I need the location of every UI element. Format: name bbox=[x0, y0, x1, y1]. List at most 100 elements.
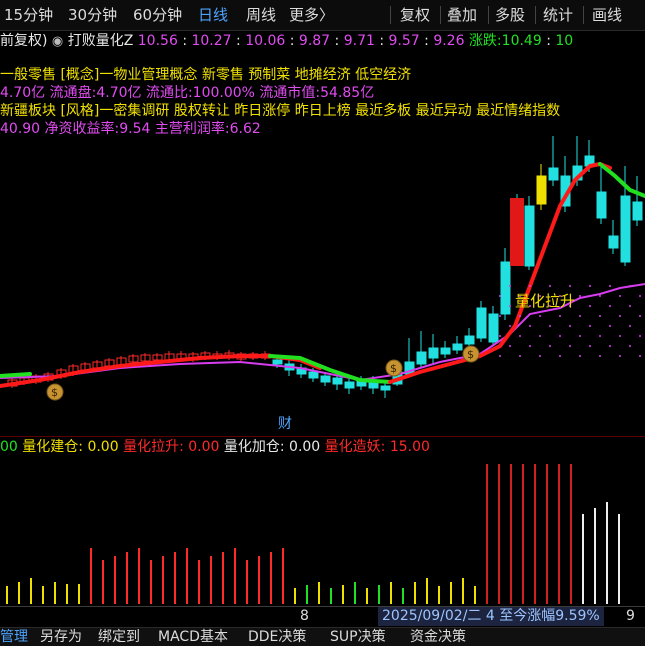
volume-bar bbox=[498, 464, 500, 604]
sup-tab[interactable]: SUP决策 bbox=[330, 628, 386, 646]
date-tick: 8 bbox=[300, 608, 309, 624]
volume-bar bbox=[18, 582, 20, 604]
dot-marker bbox=[609, 345, 611, 347]
volume-bar bbox=[126, 552, 128, 604]
dot-marker bbox=[499, 355, 501, 357]
volume-bar bbox=[30, 578, 32, 604]
dot-marker bbox=[619, 295, 621, 297]
indicator-name[interactable]: 打败量化Z bbox=[68, 33, 134, 49]
indicator-value: 9.26 bbox=[433, 33, 465, 49]
dot-marker bbox=[609, 305, 611, 307]
dot-marker bbox=[559, 315, 561, 317]
legend-jiacang-value: 0.00 bbox=[289, 439, 321, 455]
dot-marker bbox=[609, 325, 611, 327]
volume-bar bbox=[270, 552, 272, 604]
volume-bar bbox=[258, 556, 260, 604]
multi-stock-button[interactable]: 多股 bbox=[495, 0, 525, 30]
candle-body bbox=[380, 385, 391, 391]
volume-bar bbox=[234, 548, 236, 604]
indicator-value: 9.71 bbox=[343, 33, 375, 49]
dot-marker bbox=[629, 305, 631, 307]
dot-marker bbox=[629, 285, 631, 287]
dot-marker bbox=[579, 295, 581, 297]
tab-15min[interactable]: 15分钟 bbox=[4, 0, 53, 30]
indicator-header: 前复权) ◉ 打败量化Z 10.56 : 10.27 : 10.06 : 9.8… bbox=[0, 33, 574, 49]
manage-tab[interactable]: 管理 bbox=[0, 628, 28, 646]
candle-body bbox=[608, 235, 619, 249]
dot-marker bbox=[629, 325, 631, 327]
overlay-button[interactable]: 叠加 bbox=[447, 0, 477, 30]
volume-bar bbox=[366, 588, 368, 604]
fund-tab[interactable]: 资金决策 bbox=[410, 628, 466, 646]
candles bbox=[7, 136, 643, 398]
volume-bar bbox=[90, 548, 92, 604]
dot-marker bbox=[529, 285, 531, 287]
tab-more[interactable]: 更多〉 bbox=[289, 0, 334, 30]
dot-marker bbox=[549, 325, 551, 327]
dot-marker bbox=[499, 335, 501, 337]
bind-to-tab[interactable]: 绑定到 bbox=[98, 628, 140, 646]
ma-line-segment bbox=[598, 162, 645, 198]
volume-bar bbox=[594, 508, 596, 604]
volume-bar bbox=[54, 582, 56, 604]
dot-marker bbox=[519, 335, 521, 337]
volume-bar bbox=[162, 556, 164, 604]
dot-marker bbox=[509, 325, 511, 327]
dollar-icon-glyph: $ bbox=[467, 348, 474, 361]
annotation-marks: $$$12.60量化拉升财 bbox=[46, 292, 575, 432]
indicator-value: 10.27 bbox=[191, 33, 232, 49]
candle-body bbox=[536, 175, 547, 205]
tab-30min[interactable]: 30分钟 bbox=[68, 0, 117, 30]
cai-label: 财 bbox=[278, 416, 292, 432]
dot-marker bbox=[599, 295, 601, 297]
indicator-value: 9.87 bbox=[298, 33, 331, 49]
candlestick-chart[interactable]: $$$12.60量化拉升财 bbox=[0, 136, 645, 436]
candle-body bbox=[632, 201, 643, 221]
volume-bar bbox=[426, 578, 428, 604]
draw-line-button[interactable]: 画线 bbox=[592, 0, 622, 30]
stats-button[interactable]: 统计 bbox=[543, 0, 573, 30]
volume-bar bbox=[138, 548, 140, 604]
tab-more-label: 更多 bbox=[289, 6, 320, 24]
candle-body bbox=[510, 198, 524, 266]
candle-body bbox=[476, 307, 487, 339]
volume-bar bbox=[42, 586, 44, 604]
dot-marker bbox=[559, 355, 561, 357]
volume-bar bbox=[378, 585, 380, 604]
macd-tab[interactable]: MACD基本 bbox=[158, 628, 228, 646]
tab-weekly[interactable]: 周线 bbox=[246, 0, 276, 30]
dot-marker bbox=[639, 315, 641, 317]
volume-bar bbox=[246, 560, 248, 604]
pane-divider bbox=[0, 436, 645, 437]
style-line: 新疆板块 [风格]一密集调研 股权转让 昨日涨停 昨日上榜 最近多板 最近异动 … bbox=[0, 103, 561, 119]
dot-marker bbox=[579, 355, 581, 357]
volume-legend: 00 量化建仓: 0.00 量化拉升: 0.00 量化加仓: 0.00 量化造妖… bbox=[0, 438, 430, 456]
dot-marker bbox=[609, 285, 611, 287]
candle-body bbox=[416, 351, 427, 365]
tab-daily[interactable]: 日线 bbox=[198, 0, 228, 30]
volume-bar bbox=[414, 582, 416, 604]
circle-dot-icon[interactable]: ◉ bbox=[52, 34, 63, 49]
legend-jiancang-value: 0.00 bbox=[87, 439, 119, 455]
dot-marker bbox=[599, 355, 601, 357]
volume-bar bbox=[294, 588, 296, 604]
fuquan-button[interactable]: 复权 bbox=[400, 0, 430, 30]
candle-body bbox=[500, 261, 511, 315]
volume-chart[interactable] bbox=[0, 456, 645, 606]
dde-tab[interactable]: DDE决策 bbox=[248, 628, 306, 646]
tab-60min[interactable]: 60分钟 bbox=[133, 0, 182, 30]
legend-jiacang-label: 量化加仓: bbox=[223, 439, 285, 455]
volume-bar bbox=[534, 464, 536, 604]
dot-marker bbox=[619, 335, 621, 337]
volume-bar bbox=[486, 464, 488, 604]
float-cap-line: 4.70亿 流通盘:4.70亿 流通比:100.00% 流通市值:54.85亿 bbox=[0, 85, 375, 101]
volume-bar bbox=[582, 514, 584, 604]
candle-body bbox=[620, 195, 631, 263]
volume-bar bbox=[450, 582, 452, 604]
legend-zaoyao-label: 量化造妖: bbox=[324, 439, 386, 455]
volume-bar bbox=[186, 548, 188, 604]
candle-body bbox=[524, 205, 535, 267]
save-as-tab[interactable]: 另存为 bbox=[40, 628, 82, 646]
dot-marker bbox=[499, 295, 501, 297]
volume-bar bbox=[462, 578, 464, 604]
